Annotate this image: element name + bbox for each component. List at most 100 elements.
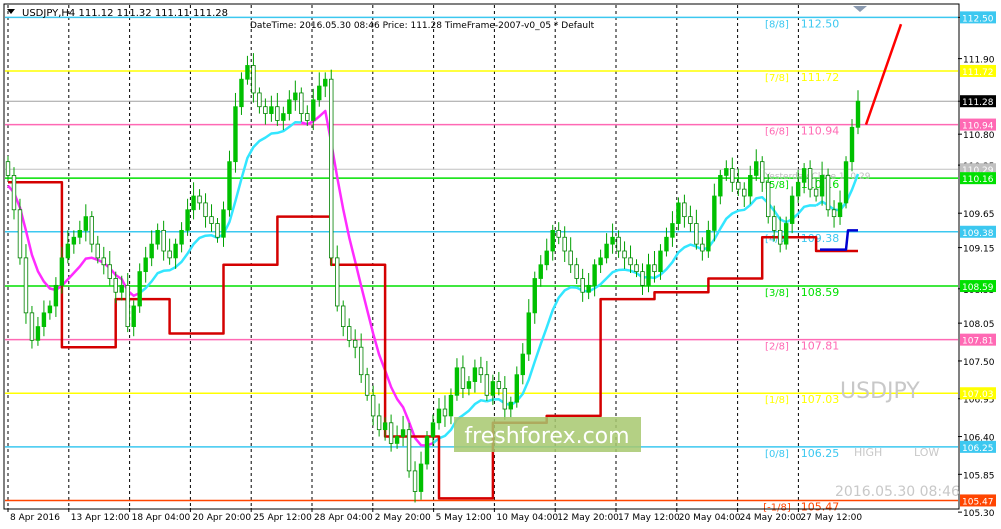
- candle-body: [706, 229, 711, 252]
- murrey-level-value: 112.50: [801, 17, 840, 30]
- candle-body: [766, 181, 771, 218]
- candle-body: [239, 78, 244, 108]
- candle-body: [442, 408, 448, 417]
- x-tick-label: 5 May 12:00: [436, 513, 492, 523]
- candle-body: [664, 236, 669, 252]
- candle-body: [358, 346, 364, 376]
- candle-body: [311, 99, 316, 121]
- candle-body: [526, 312, 531, 355]
- candle-body: [754, 161, 759, 176]
- x-tick-label: 10 May 04:00: [496, 513, 558, 523]
- candle-body: [83, 216, 89, 231]
- candle-body: [736, 181, 741, 190]
- candle-body: [640, 271, 645, 286]
- candle-body: [149, 243, 154, 259]
- candle-body: [394, 436, 400, 444]
- candle-body: [269, 106, 274, 114]
- candle-body: [370, 394, 376, 417]
- murrey-level-name: [1/8]: [765, 395, 789, 406]
- candle-body: [233, 106, 238, 163]
- candle-body: [227, 161, 232, 211]
- candle-body: [191, 195, 196, 211]
- murrey-level-name: [8/8]: [765, 19, 789, 30]
- candle-body: [502, 388, 508, 410]
- candle-body: [556, 229, 561, 238]
- y-tick-label: 109.15: [963, 245, 995, 255]
- candle-body: [688, 216, 693, 224]
- candle-body: [71, 236, 77, 245]
- candle-body: [95, 243, 100, 259]
- candle-body: [646, 264, 651, 286]
- candle-body: [47, 305, 53, 314]
- candle-body: [41, 312, 47, 327]
- candle-body: [329, 78, 334, 259]
- price-box-label: 105.47: [962, 497, 994, 507]
- y-tick-label: 105.85: [963, 471, 995, 481]
- candle-body: [323, 78, 328, 87]
- candle-body: [215, 223, 220, 238]
- candle-body: [496, 381, 502, 389]
- y-tick-label: 108.05: [963, 320, 995, 330]
- price-chart[interactable]: [8/8]112.50[7/8]111.72[6/8]110.94[5/8]11…: [0, 0, 1001, 529]
- candle-body: [718, 175, 723, 197]
- candle-body: [460, 367, 466, 389]
- candle-body: [185, 209, 190, 231]
- candle-body: [508, 401, 514, 410]
- candle-body: [783, 223, 789, 245]
- candle-body: [694, 223, 699, 245]
- candle-body: [430, 422, 436, 437]
- candle-body: [209, 216, 214, 224]
- candle-body: [478, 367, 484, 376]
- candle-body: [580, 278, 585, 293]
- price-box-label: 107.81: [962, 337, 994, 347]
- x-tick-label: 2 May 20:00: [375, 513, 431, 523]
- price-box-label: 107.03: [962, 390, 994, 400]
- candle-body: [167, 250, 172, 259]
- candle-body: [293, 92, 298, 101]
- murrey-level-value: 111.72: [801, 71, 840, 84]
- candle-body: [11, 175, 17, 211]
- candle-body: [352, 339, 358, 348]
- murrey-level-name: [2/8]: [765, 342, 789, 353]
- candle-body: [173, 243, 178, 259]
- candle-body: [101, 257, 106, 266]
- candle-body: [287, 99, 292, 114]
- candle-body: [700, 243, 705, 252]
- x-tick-label: 20 Apr 20:00: [192, 513, 251, 523]
- x-tick-label: 25 Apr 12:00: [253, 513, 312, 523]
- candle-body: [682, 202, 687, 218]
- candle-body: [251, 65, 256, 94]
- candle-body: [748, 175, 753, 197]
- candle-body: [514, 374, 520, 403]
- candle-body: [544, 250, 549, 266]
- candle-body: [364, 374, 370, 396]
- candle-body: [795, 181, 801, 197]
- candle-body: [125, 284, 130, 327]
- y-tick-label: 111.90: [963, 56, 995, 66]
- candle-body: [831, 209, 837, 218]
- y-tick-label: 107.50: [963, 358, 995, 368]
- candle-body: [406, 429, 412, 472]
- murrey-level-value: 107.81: [801, 340, 840, 353]
- candle-body: [376, 415, 382, 431]
- candle-body: [849, 126, 855, 163]
- candle-body: [65, 243, 71, 259]
- candle-body: [197, 195, 202, 204]
- candle-body: [562, 236, 567, 252]
- candle-body: [382, 422, 388, 431]
- candle-body: [466, 381, 472, 389]
- info-header: DateTime: 2016.05.30 08:46 Price: 111.28…: [250, 21, 595, 31]
- candle-body: [472, 367, 478, 382]
- candle-body: [622, 250, 627, 259]
- murrey-level-name: [0/8]: [765, 449, 789, 460]
- candle-body: [777, 229, 783, 245]
- murrey-level-value: 110.94: [801, 125, 840, 138]
- candle-body: [616, 236, 621, 252]
- candle-body: [257, 92, 262, 108]
- candle-body: [107, 264, 112, 279]
- y-tick-label: 110.80: [963, 131, 995, 141]
- murrey-level-name: [3/8]: [765, 288, 789, 299]
- candle-body: [807, 168, 813, 190]
- price-box-label: 110.94: [962, 122, 994, 132]
- candle-body: [131, 305, 136, 327]
